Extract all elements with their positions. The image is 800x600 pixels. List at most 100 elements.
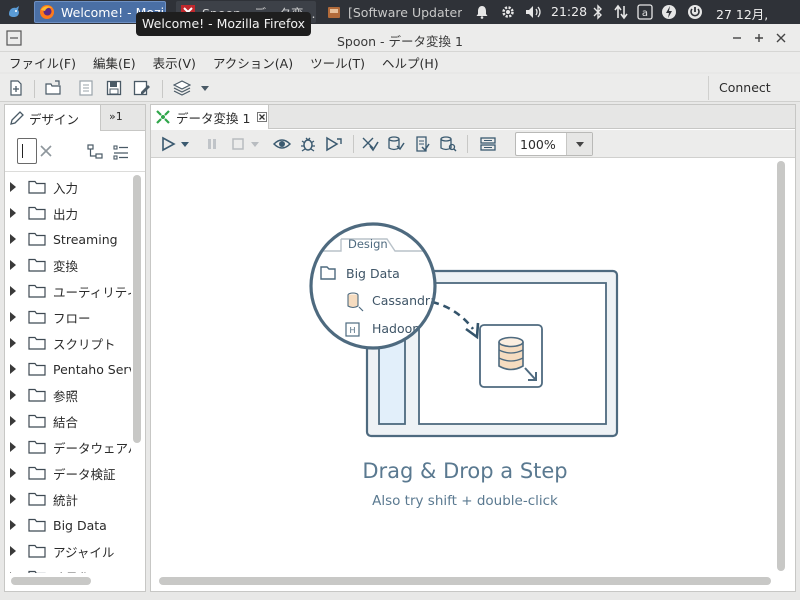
open-folder-icon[interactable] xyxy=(44,78,64,98)
tree-item[interactable]: ユーティリティ xyxy=(5,278,131,304)
menu-action[interactable]: アクション(A) xyxy=(204,52,301,71)
expand-arrow-icon[interactable] xyxy=(10,208,16,218)
close-tab-icon[interactable] xyxy=(257,112,268,122)
zoom-select[interactable]: 100% xyxy=(515,132,593,156)
left-horizontal-scrollbar[interactable] xyxy=(11,577,91,585)
main-toolbar: Connect xyxy=(0,74,800,102)
panel-clock-small[interactable]: 21:28 xyxy=(551,4,587,19)
replay-icon[interactable] xyxy=(323,134,345,154)
tree-item[interactable]: データウェアハウス xyxy=(5,434,131,460)
logout-power-icon[interactable] xyxy=(686,3,704,21)
keyboard-layout-icon[interactable]: a xyxy=(636,3,654,21)
tree-item[interactable]: Streaming xyxy=(5,226,131,252)
network-arrows-icon[interactable] xyxy=(612,3,630,21)
tab-transformation[interactable]: データ変換 1 xyxy=(151,105,269,129)
taskbar-software-updater[interactable]: [Software Updater] xyxy=(322,1,462,23)
tree-item-label: ユーティリティ xyxy=(53,284,131,300)
bluetooth-icon[interactable] xyxy=(590,3,606,21)
collapse-all-icon[interactable] xyxy=(113,144,131,160)
zoom-dropdown-icon[interactable] xyxy=(566,133,592,155)
minimize-icon[interactable] xyxy=(728,29,746,47)
show-results-icon[interactable] xyxy=(477,134,499,154)
tree-item[interactable]: 出力 xyxy=(5,200,131,226)
svg-text:a: a xyxy=(642,8,648,19)
expand-arrow-icon[interactable] xyxy=(10,390,16,400)
tree-item[interactable]: 統計 xyxy=(5,486,131,512)
tree-item[interactable]: Big Data xyxy=(5,512,131,538)
power-manager-icon[interactable] xyxy=(660,3,678,21)
maximize-icon[interactable] xyxy=(750,29,768,47)
step-search-input[interactable] xyxy=(17,138,37,164)
app-menu-button[interactable] xyxy=(2,1,26,23)
perspective-dropdown-icon[interactable] xyxy=(198,78,212,98)
explore-repository-icon[interactable] xyxy=(76,78,96,98)
menu-help[interactable]: ヘルプ(H) xyxy=(373,52,447,71)
settings-gear-icon[interactable] xyxy=(498,3,518,21)
tree-item[interactable]: フロー xyxy=(5,304,131,330)
taskbar-label: [Software Updater] xyxy=(348,4,462,20)
expand-arrow-icon[interactable] xyxy=(10,468,16,478)
folder-icon xyxy=(28,518,46,532)
folder-icon xyxy=(28,544,46,558)
new-file-icon[interactable] xyxy=(6,78,26,98)
menu-edit[interactable]: 編集(E) xyxy=(84,52,144,71)
tab-design[interactable]: デザイン xyxy=(5,105,101,131)
expand-arrow-icon[interactable] xyxy=(10,494,16,504)
expand-arrow-icon[interactable] xyxy=(10,182,16,192)
tree-item[interactable]: 暗号化 xyxy=(5,564,131,573)
connect-button[interactable]: Connect xyxy=(708,76,798,100)
expand-arrow-icon[interactable] xyxy=(10,572,16,573)
canvas-horizontal-scrollbar[interactable] xyxy=(159,577,771,585)
expand-arrow-icon[interactable] xyxy=(10,364,16,374)
expand-arrow-icon[interactable] xyxy=(10,338,16,348)
menu-view[interactable]: 表示(V) xyxy=(144,52,204,71)
perspective-layers-icon[interactable] xyxy=(172,78,192,98)
save-as-icon[interactable] xyxy=(132,78,152,98)
tree-item[interactable]: 変換 xyxy=(5,252,131,278)
expand-arrow-icon[interactable] xyxy=(10,312,16,322)
expand-arrow-icon[interactable] xyxy=(10,260,16,270)
tree-item[interactable]: アジャイル xyxy=(5,538,131,564)
expand-arrow-icon[interactable] xyxy=(10,234,16,244)
folder-icon xyxy=(28,232,46,246)
explore-db-icon[interactable] xyxy=(437,134,459,154)
expand-arrow-icon[interactable] xyxy=(10,546,16,556)
tree-item[interactable]: 結合 xyxy=(5,408,131,434)
tree-item[interactable]: スクリプト xyxy=(5,330,131,356)
debug-bug-icon[interactable] xyxy=(297,134,319,154)
sql-script-icon[interactable] xyxy=(411,134,433,154)
notification-bell-icon[interactable] xyxy=(474,3,490,21)
tree-item-label: Streaming xyxy=(53,231,118,247)
clear-search-icon[interactable] xyxy=(39,144,55,160)
folder-icon xyxy=(28,310,46,324)
canvas-vertical-scrollbar[interactable] xyxy=(777,161,785,571)
tree-item[interactable]: Pentaho Server xyxy=(5,356,131,382)
window-titlebar[interactable]: Spoon - データ変換 1 xyxy=(0,24,800,52)
stop-icon[interactable] xyxy=(227,134,249,154)
run-icon[interactable] xyxy=(157,134,179,154)
save-icon[interactable] xyxy=(104,78,124,98)
expand-arrow-icon[interactable] xyxy=(10,442,16,452)
menu-file[interactable]: ファイル(F) xyxy=(0,52,84,71)
left-vertical-scrollbar[interactable] xyxy=(133,175,141,443)
transformation-canvas[interactable]: Design Big Data Cassandra H Hadoop Drag … xyxy=(155,161,775,573)
transformation-tab-bar: データ変換 1 xyxy=(151,105,795,129)
expand-arrow-icon[interactable] xyxy=(10,520,16,530)
run-options-dropdown-icon[interactable] xyxy=(179,134,191,154)
volume-icon[interactable] xyxy=(524,3,544,21)
illus-folder-label: Big Data xyxy=(346,266,400,281)
expand-all-icon[interactable] xyxy=(87,144,105,160)
tree-item[interactable]: データ検証 xyxy=(5,460,131,486)
impact-analysis-icon[interactable] xyxy=(385,134,407,154)
preview-eye-icon[interactable] xyxy=(271,134,293,154)
pause-icon[interactable] xyxy=(201,134,223,154)
expand-arrow-icon[interactable] xyxy=(10,416,16,426)
menu-tools[interactable]: ツール(T) xyxy=(301,52,373,71)
tree-item[interactable]: 参照 xyxy=(5,382,131,408)
close-icon[interactable] xyxy=(772,29,790,47)
tree-item[interactable]: 入力 xyxy=(5,174,131,200)
stop-options-dropdown-icon[interactable] xyxy=(249,134,261,154)
verify-icon[interactable] xyxy=(359,134,381,154)
tab-overflow[interactable]: »1 xyxy=(109,110,123,123)
expand-arrow-icon[interactable] xyxy=(10,286,16,296)
